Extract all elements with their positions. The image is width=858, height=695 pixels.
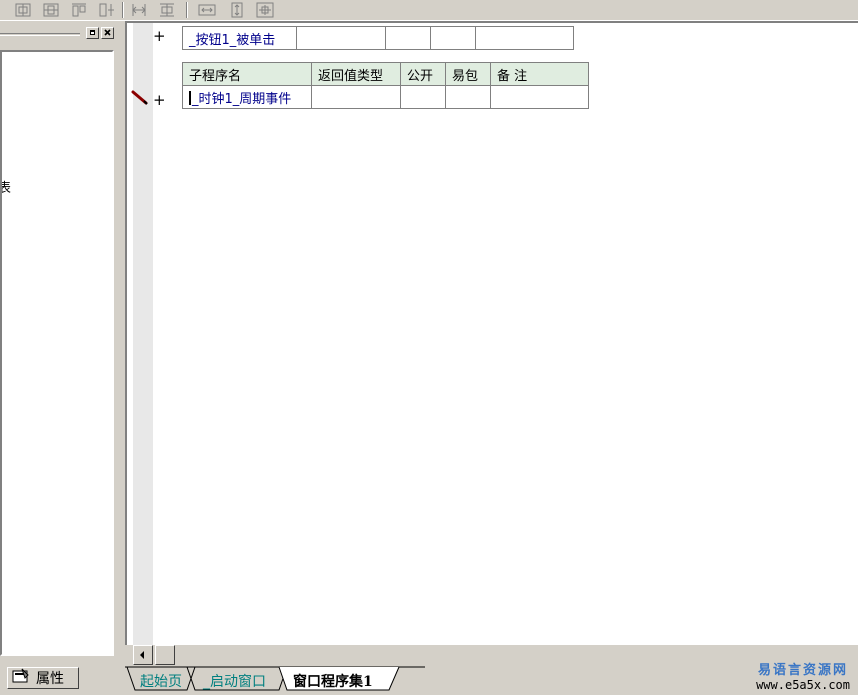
ide-window: 表 属性 + _按钮1_被单击 + 子程序名 xyxy=(0,0,858,695)
table-cell[interactable] xyxy=(445,85,491,109)
alignment-toolbar xyxy=(0,0,858,21)
align-top-icon[interactable] xyxy=(68,1,90,19)
panel-content: 表 xyxy=(0,50,114,656)
same-height-icon[interactable] xyxy=(156,1,178,19)
left-panel: 表 xyxy=(0,21,125,666)
same-width-icon[interactable] xyxy=(128,1,150,19)
column-header: 备 注 xyxy=(490,62,589,86)
tab-startup-window[interactable]: _启动窗口 xyxy=(203,671,266,691)
watermark-title: 易语言资源网 xyxy=(758,663,849,678)
center-both-icon[interactable] xyxy=(254,1,276,19)
horizontal-scrollbar[interactable] xyxy=(125,645,858,666)
restore-icon[interactable] xyxy=(86,27,99,39)
panel-grip[interactable] xyxy=(0,33,80,36)
tab-start-page[interactable]: 起始页 xyxy=(140,671,182,691)
table-cell[interactable] xyxy=(475,26,574,50)
panel-partial-text: 表 xyxy=(2,177,11,196)
toolbar-separator xyxy=(122,2,124,18)
event-name-cell[interactable]: _按钮1_被单击 xyxy=(182,26,297,50)
left-panel-header xyxy=(0,25,118,41)
table-row: _时钟1_周期事件 xyxy=(182,85,589,109)
align-center-icon[interactable] xyxy=(40,1,62,19)
property-tab[interactable]: 属性 xyxy=(7,667,79,689)
table-cell[interactable] xyxy=(490,85,589,109)
align-middle-icon[interactable] xyxy=(96,1,118,19)
table-header-row: 子程序名 返回值类型 公开 易包 备 注 xyxy=(182,62,589,86)
tab-window-assembly[interactable]: 窗口程序集1 xyxy=(293,671,373,691)
hspace-icon[interactable] xyxy=(196,1,218,19)
column-header: 易包 xyxy=(445,62,491,86)
property-icon xyxy=(12,668,30,688)
table-row: _按钮1_被单击 xyxy=(182,26,574,50)
table-cell[interactable] xyxy=(385,26,431,50)
event-table: _按钮1_被单击 xyxy=(182,26,574,50)
editor-gutter xyxy=(133,23,153,645)
document-tabs: 起始页 _启动窗口 窗口程序集1 xyxy=(125,666,858,695)
vspace-icon[interactable] xyxy=(226,1,248,19)
column-header: 返回值类型 xyxy=(311,62,401,86)
pencil-icon xyxy=(131,90,149,110)
scroll-thumb[interactable] xyxy=(155,645,175,665)
text-caret xyxy=(189,90,191,105)
column-header: 公开 xyxy=(400,62,446,86)
table-cell[interactable] xyxy=(296,26,386,50)
column-header: 子程序名 xyxy=(182,62,312,86)
scroll-left-button[interactable] xyxy=(133,645,153,665)
watermark-url: www.e5a5x.com xyxy=(756,678,850,692)
subroutine-name-cell[interactable]: _时钟1_周期事件 xyxy=(182,85,312,109)
property-tab-label: 属性 xyxy=(36,671,64,687)
expand-marker[interactable]: + xyxy=(153,93,166,108)
subroutine-table: 子程序名 返回值类型 公开 易包 备 注 _时钟1_周期事件 xyxy=(182,62,589,109)
subroutine-name: _时钟1_周期事件 xyxy=(192,91,292,107)
toolbar-separator xyxy=(186,2,188,18)
close-icon[interactable] xyxy=(101,27,114,39)
align-left-icon[interactable] xyxy=(12,1,34,19)
code-editor[interactable]: + _按钮1_被单击 + 子程序名 返回值类型 公开 易包 备 注 _时钟1_周… xyxy=(125,21,858,645)
expand-marker[interactable]: + xyxy=(153,29,166,44)
table-cell[interactable] xyxy=(400,85,446,109)
watermark: 易语言资源网 www.e5a5x.com xyxy=(756,659,850,692)
table-cell[interactable] xyxy=(430,26,476,50)
table-cell[interactable] xyxy=(311,85,401,109)
